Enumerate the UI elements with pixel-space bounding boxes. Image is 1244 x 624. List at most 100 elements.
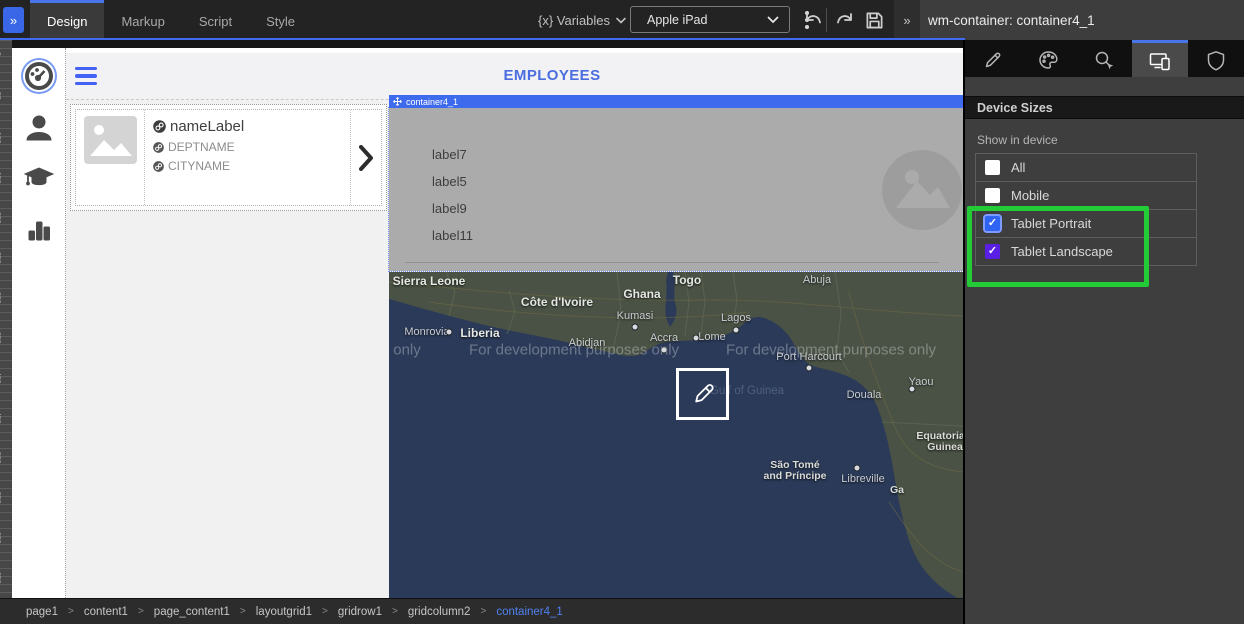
option-label: Mobile: [1011, 188, 1049, 203]
data-bind-icon: [153, 161, 164, 172]
gauge-icon[interactable]: [23, 60, 55, 92]
label9[interactable]: label9: [432, 201, 467, 216]
ruler-label: 400: [0, 372, 1, 384]
panel-tab-strip: [965, 40, 1244, 77]
redo-icon: [834, 11, 854, 29]
ruler-label: 100: [0, 132, 1, 144]
option-tablet-portrait[interactable]: ✓ Tablet Portrait: [976, 210, 1196, 238]
variables-menu[interactable]: {x} Variables: [538, 0, 626, 40]
bar-chart-icon[interactable]: [23, 214, 55, 246]
list-chevron-cell: [350, 110, 381, 205]
option-all[interactable]: All: [976, 154, 1196, 182]
design-canvas[interactable]: EMPLOYEES: [12, 48, 963, 598]
tab-security[interactable]: [1188, 40, 1244, 77]
checkbox-mobile[interactable]: [985, 188, 1000, 203]
list-image-cell[interactable]: [76, 110, 145, 205]
tab-style[interactable]: Style: [249, 0, 312, 40]
map-label-country: Ghana: [623, 287, 660, 301]
ruler-label: 300: [0, 292, 1, 304]
dept-label-widget[interactable]: DEPTNAME: [153, 140, 350, 154]
ruler-label: 500: [0, 452, 1, 464]
topbar-accent-line: [0, 38, 965, 40]
tab-script[interactable]: Script: [182, 0, 249, 40]
tab-markup[interactable]: Markup: [104, 0, 181, 40]
app-left-nav: [12, 48, 66, 598]
google-map-widget[interactable]: Sierra LeoneCôte d'IvoireGhanaTogoLiberi…: [389, 272, 963, 598]
breadcrumb-separator: >: [480, 606, 486, 617]
dept-label[interactable]: DEPTNAME: [168, 140, 235, 154]
name-label[interactable]: nameLabel: [170, 118, 244, 135]
list-labels-cell: nameLabel DEPTNAME: [145, 110, 350, 205]
city-label-widget[interactable]: CITYNAME: [153, 159, 350, 173]
person-icon[interactable]: [23, 112, 55, 144]
container4_1[interactable]: label7 label5 label9 label11: [389, 108, 963, 271]
hamburger-menu-icon[interactable]: [75, 66, 97, 86]
picture-placeholder-icon: [882, 150, 962, 230]
map-label-country-sm: and Príncipe: [763, 470, 826, 482]
list-item[interactable]: nameLabel DEPTNAME: [75, 109, 382, 206]
chevron-right-icon: [359, 145, 374, 171]
checkbox-all[interactable]: [985, 160, 1000, 175]
option-mobile[interactable]: Mobile: [976, 182, 1196, 210]
collapse-left-panel-button[interactable]: »: [3, 7, 24, 33]
breadcrumb-layoutgrid1[interactable]: layoutgrid1: [256, 606, 312, 618]
breadcrumb-gridcolumn2[interactable]: gridcolumn2: [408, 606, 471, 618]
breadcrumb-gridrow1[interactable]: gridrow1: [338, 606, 382, 618]
map-marker: [733, 327, 740, 334]
ruler-label: 350: [0, 332, 1, 344]
map-label-country: Liberia: [460, 326, 499, 340]
tab-styles[interactable]: [1021, 40, 1077, 77]
map-label-country: Sierra Leone: [393, 274, 466, 288]
map-edit-button[interactable]: [676, 368, 729, 420]
map-label-city: Kumasi: [617, 310, 654, 322]
section-device-sizes: Device Sizes: [965, 96, 1244, 119]
name-label-widget[interactable]: nameLabel: [153, 118, 350, 135]
selected-widget-name: container4_1: [406, 97, 458, 107]
ruler-label: 150: [0, 172, 1, 184]
map-label-city: Douala: [847, 389, 882, 401]
checkbox-tablet-landscape[interactable]: ✓: [985, 244, 1000, 259]
breadcrumb-separator: >: [392, 606, 398, 617]
redo-button[interactable]: [832, 7, 856, 33]
grid-column-2[interactable]: container4_1 label7 label5 label9 label1…: [389, 100, 963, 598]
pencil-icon: [688, 379, 718, 409]
toolbar-divider: [826, 8, 827, 32]
breadcrumb-page-content1[interactable]: page_content1: [154, 606, 230, 618]
graduation-cap-icon[interactable]: [23, 162, 55, 194]
map-label-city: Lome: [698, 331, 726, 343]
device-preview-select[interactable]: Apple iPad: [630, 6, 790, 33]
map-label-watermark: only: [393, 342, 421, 359]
employee-list-widget[interactable]: nameLabel DEPTNAME: [70, 104, 387, 211]
move-icon: [393, 97, 402, 106]
grid-column-1[interactable]: nameLabel DEPTNAME: [66, 100, 389, 598]
tab-design[interactable]: Design: [30, 0, 104, 40]
tab-properties[interactable]: [965, 40, 1021, 77]
map-marker: [632, 324, 639, 331]
tab-devices[interactable]: [1132, 40, 1188, 77]
label5[interactable]: label5: [432, 174, 467, 189]
breadcrumb-separator: >: [240, 606, 246, 617]
app-page-header[interactable]: EMPLOYEES: [66, 53, 963, 100]
city-label[interactable]: CITYNAME: [168, 159, 230, 173]
breadcrumb-container4_1[interactable]: container4_1: [496, 606, 563, 618]
selected-widget-tag[interactable]: container4_1: [389, 95, 963, 108]
undo-button[interactable]: [802, 7, 826, 33]
option-label: Tablet Landscape: [1011, 244, 1113, 259]
device-select-value: Apple iPad: [647, 13, 707, 27]
undo-icon: [804, 11, 824, 29]
breadcrumb-separator: >: [138, 606, 144, 617]
shield-icon: [1206, 50, 1226, 71]
label11[interactable]: label11: [432, 228, 473, 243]
save-button[interactable]: [862, 7, 886, 33]
chevron-down-icon: [616, 17, 626, 24]
label7[interactable]: label7: [432, 147, 467, 162]
breadcrumb-page1[interactable]: page1: [26, 606, 58, 618]
map-label-country: Togo: [673, 273, 701, 287]
breadcrumb-content1[interactable]: content1: [84, 606, 128, 618]
design-workspace: 050100150200250300350400450500550600650: [0, 40, 963, 624]
option-tablet-landscape[interactable]: ✓ Tablet Landscape: [976, 238, 1196, 265]
expand-panel-button[interactable]: »: [894, 0, 920, 40]
checkbox-tablet-portrait[interactable]: ✓: [985, 216, 1000, 231]
data-bind-icon: [153, 142, 164, 153]
tab-events[interactable]: [1077, 40, 1133, 77]
